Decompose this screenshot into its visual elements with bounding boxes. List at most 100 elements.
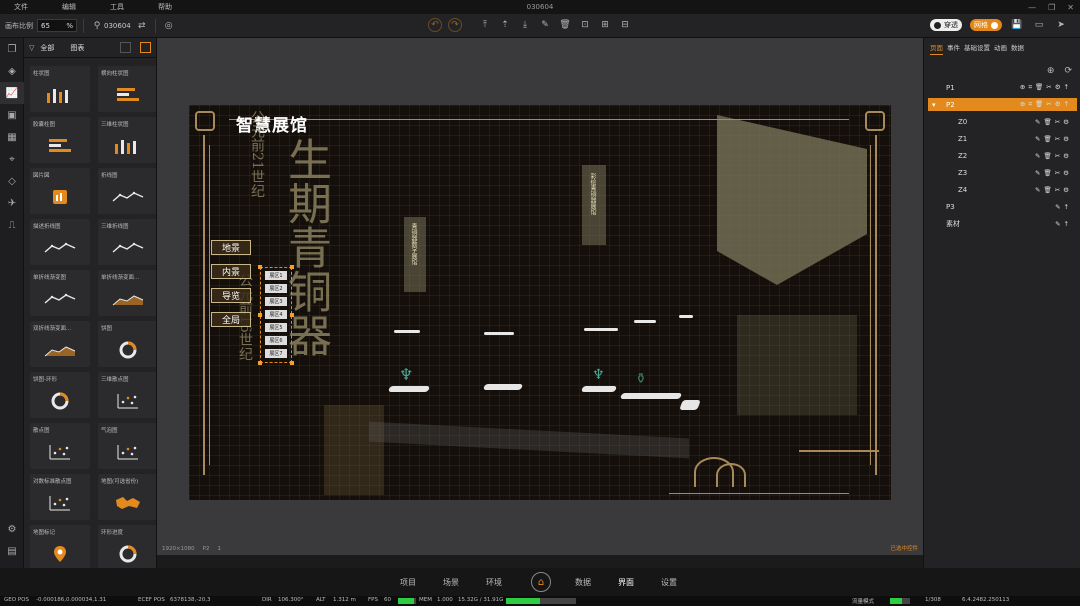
chat-icon[interactable]: ▤ <box>0 540 24 562</box>
delete-icon[interactable]: 🗑 <box>1043 186 1051 194</box>
nav-data[interactable]: 数据 <box>575 577 591 588</box>
page-tree-item[interactable]: 素材 ✎ ↑ <box>928 217 1077 230</box>
component-card[interactable]: 双折线渐变面... <box>30 321 90 367</box>
delete-icon[interactable]: 🗑 <box>1043 118 1051 126</box>
add-icon[interactable]: ⊕ <box>1020 83 1025 92</box>
send-icon[interactable]: ➤ <box>1054 18 1068 32</box>
nav-button-exterior[interactable]: 地景 <box>211 240 251 255</box>
restore-icon[interactable]: ❐ <box>1048 3 1055 12</box>
zone-button-5[interactable]: 展区5 <box>265 323 287 332</box>
expand-chevron-icon[interactable]: ▾ <box>932 101 936 109</box>
shapes-icon[interactable]: ◇ <box>0 170 24 192</box>
page-tree-item[interactable]: P1 ⊕ ⌗ 🗑 ✂ ⚙ ↑ <box>928 81 1077 94</box>
redo-icon[interactable]: ↷ <box>448 18 462 32</box>
chart-icon[interactable]: 📈 <box>0 82 24 104</box>
zone-button-2[interactable]: 展区2 <box>265 284 287 293</box>
swap-icon[interactable]: ⇄ <box>135 19 149 33</box>
delete-icon[interactable]: 🗑 <box>1035 83 1043 92</box>
component-card[interactable]: 描述折线图 <box>30 219 90 265</box>
gear-icon[interactable]: ⚙ <box>1063 186 1069 194</box>
delete-icon[interactable]: 🗑 <box>1043 135 1051 143</box>
component-card[interactable]: 饼图 <box>98 321 156 367</box>
component-card[interactable]: 横向柱状图 <box>98 66 156 112</box>
move-up-icon[interactable]: ⤒ <box>478 18 492 32</box>
zone-button-4[interactable]: 展区4 <box>265 310 287 319</box>
component-card[interactable]: 单折线渐变面... <box>98 270 156 316</box>
up-icon[interactable]: ↑ <box>1064 83 1069 92</box>
zone-button-1[interactable]: 展区1 <box>265 271 287 280</box>
gear-icon[interactable]: ⚙ <box>1055 100 1061 109</box>
category-label[interactable]: 图表 <box>70 43 84 53</box>
gear-icon[interactable]: ⚙ <box>1063 169 1069 177</box>
move-down-icon[interactable]: ⤓ <box>518 18 532 32</box>
zoom-input[interactable]: 65 % <box>37 19 77 32</box>
page-tree-item[interactable]: Z4 ✎ 🗑 ✂ ⚙ <box>928 183 1077 196</box>
add-page-icon[interactable]: ⊕ <box>1047 66 1055 76</box>
page-tree-item[interactable]: Z2 ✎ 🗑 ✂ ⚙ <box>928 149 1077 162</box>
component-card[interactable]: 环形进度 <box>98 525 156 568</box>
penetrate-toggle[interactable]: 穿透 <box>930 19 962 31</box>
tab-animation[interactable]: 动画 <box>994 42 1007 54</box>
delete-icon[interactable]: 🗑 <box>1035 100 1043 109</box>
filter-all[interactable]: 全部 <box>40 43 54 53</box>
grid-view-button[interactable] <box>140 42 151 53</box>
zone-button-3[interactable]: 展区3 <box>265 297 287 306</box>
menu-file[interactable]: 文件 <box>14 2 48 12</box>
component-card[interactable]: 三维柱状图 <box>98 117 156 163</box>
delete-icon[interactable]: 🗑 <box>1043 152 1051 160</box>
tools-icon[interactable]: ✂ <box>1055 169 1060 177</box>
up-icon[interactable]: ↑ <box>1064 100 1069 109</box>
stamp-icon[interactable]: ⎍ <box>0 214 24 236</box>
nav-settings[interactable]: 设置 <box>661 577 677 588</box>
list-view-button[interactable] <box>120 42 131 53</box>
page-tree-item[interactable]: P3 ✎ ↑ <box>928 200 1077 213</box>
filter-icon[interactable]: ▽ <box>29 44 34 52</box>
component-card[interactable]: 折线图 <box>98 168 156 214</box>
settings-icon[interactable]: ⚙ <box>0 518 24 540</box>
nav-scene[interactable]: 场景 <box>443 577 459 588</box>
globe-icon[interactable]: ◎ <box>162 19 176 33</box>
tab-basic-settings[interactable]: 基础设置 <box>964 42 990 54</box>
layers-icon[interactable]: ◈ <box>0 60 24 82</box>
ungroup-icon[interactable]: ⊞ <box>598 18 612 32</box>
bring-top-icon[interactable]: ⇡ <box>498 18 512 32</box>
home-icon[interactable]: ⌂ <box>531 572 551 592</box>
zone-button-6[interactable]: 展区6 <box>265 336 287 345</box>
nav-project[interactable]: 项目 <box>400 577 416 588</box>
gear-icon[interactable]: ⚙ <box>1063 152 1069 160</box>
delete-icon[interactable]: 🗑 <box>558 18 572 32</box>
edit-icon[interactable]: ✎ <box>1035 118 1040 126</box>
up-icon[interactable]: ↑ <box>1064 220 1069 228</box>
save-icon[interactable]: 💾 <box>1010 18 1024 32</box>
zone-button-7[interactable]: 展区7 <box>265 349 287 358</box>
edit-icon[interactable]: ✎ <box>1055 203 1060 211</box>
close-icon[interactable]: ✕ <box>1067 3 1074 12</box>
edit-icon[interactable]: ✎ <box>1035 169 1040 177</box>
component-card[interactable]: 散点图 <box>30 423 90 469</box>
tools-icon[interactable]: ✂ <box>1055 152 1060 160</box>
edit-icon[interactable]: ✎ <box>1035 135 1040 143</box>
align-icon[interactable]: ⊟ <box>618 18 632 32</box>
resize-handle[interactable] <box>258 265 262 269</box>
component-card[interactable]: 三维折线图 <box>98 219 156 265</box>
nav-button-interior[interactable]: 内景 <box>211 264 251 279</box>
resize-handle[interactable] <box>290 361 294 365</box>
tab-events[interactable]: 事件 <box>947 42 960 54</box>
artboard[interactable]: 青铜器数字展馆 彩绘青铜器展馆 智慧展馆 生期青铜器 公元前21世纪 公元前16… <box>189 105 891 500</box>
nav-button-guide[interactable]: 导览 <box>211 288 251 303</box>
artboard-title[interactable]: 智慧展馆 <box>236 111 308 136</box>
page-tree-item[interactable]: P2 ⊕ ⌗ 🗑 ✂ ⚙ ↑ ▾ <box>928 98 1077 111</box>
nav-environment[interactable]: 环境 <box>486 577 502 588</box>
page-tree-item[interactable]: Z3 ✎ 🗑 ✂ ⚙ <box>928 166 1077 179</box>
component-card[interactable]: 气泡图 <box>98 423 156 469</box>
gear-icon[interactable]: ⚙ <box>1063 118 1069 126</box>
edit-icon[interactable]: ✎ <box>1035 152 1040 160</box>
tools-icon[interactable]: ✂ <box>1046 100 1051 109</box>
undo-icon[interactable]: ↶ <box>428 18 442 32</box>
gear-icon[interactable]: ⚙ <box>1063 135 1069 143</box>
refresh-icon[interactable]: ⟳ <box>1064 66 1072 76</box>
component-card[interactable]: 饼图-环形 <box>30 372 90 418</box>
selection-status[interactable]: 已选中控件 <box>890 544 918 552</box>
tab-data[interactable]: 数据 <box>1011 42 1024 54</box>
page-tree-item[interactable]: Z0 ✎ 🗑 ✂ ⚙ <box>928 115 1077 128</box>
